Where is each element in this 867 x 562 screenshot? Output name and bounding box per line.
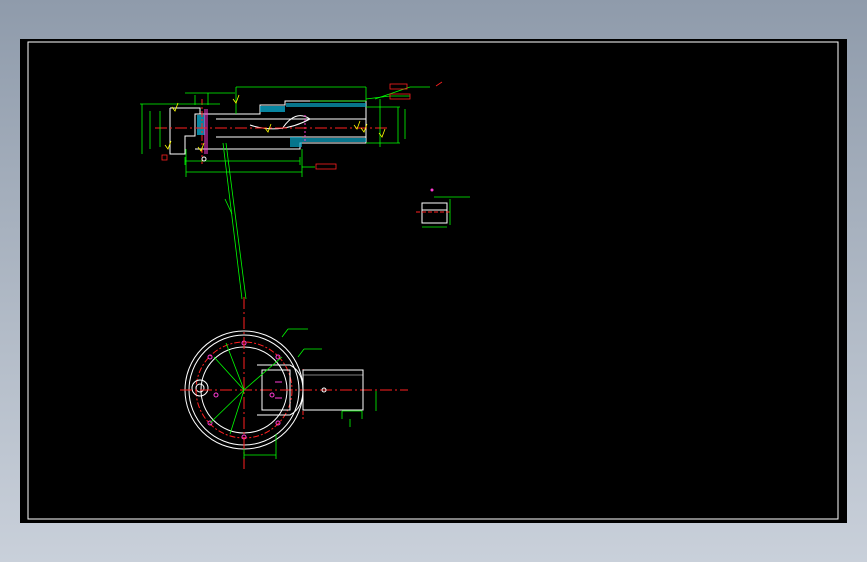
cad-drawing-canvas[interactable] <box>20 39 847 523</box>
section-outline <box>169 107 201 155</box>
hatch-top <box>286 103 366 107</box>
hatch-ring <box>290 137 302 147</box>
section-curve-2 <box>281 115 311 130</box>
leader-line-2 <box>225 142 247 300</box>
small-bore-inner <box>195 383 205 393</box>
detail-view[interactable] <box>416 188 470 228</box>
section-curve <box>249 118 311 130</box>
small-bore-outer <box>191 379 209 397</box>
datum-marker <box>201 156 207 162</box>
drawing-frame <box>27 41 839 520</box>
section-view[interactable] <box>140 81 443 300</box>
hatch-bottom <box>302 138 366 142</box>
hatch-flange <box>260 106 285 112</box>
leader-line-1 <box>222 142 243 300</box>
plan-dimensions <box>209 328 377 459</box>
detail-mark <box>430 188 434 192</box>
plan-view[interactable] <box>180 297 408 471</box>
detail-outline <box>421 202 448 224</box>
hatch-left <box>197 115 205 135</box>
drawing-sheet[interactable] <box>20 39 847 523</box>
